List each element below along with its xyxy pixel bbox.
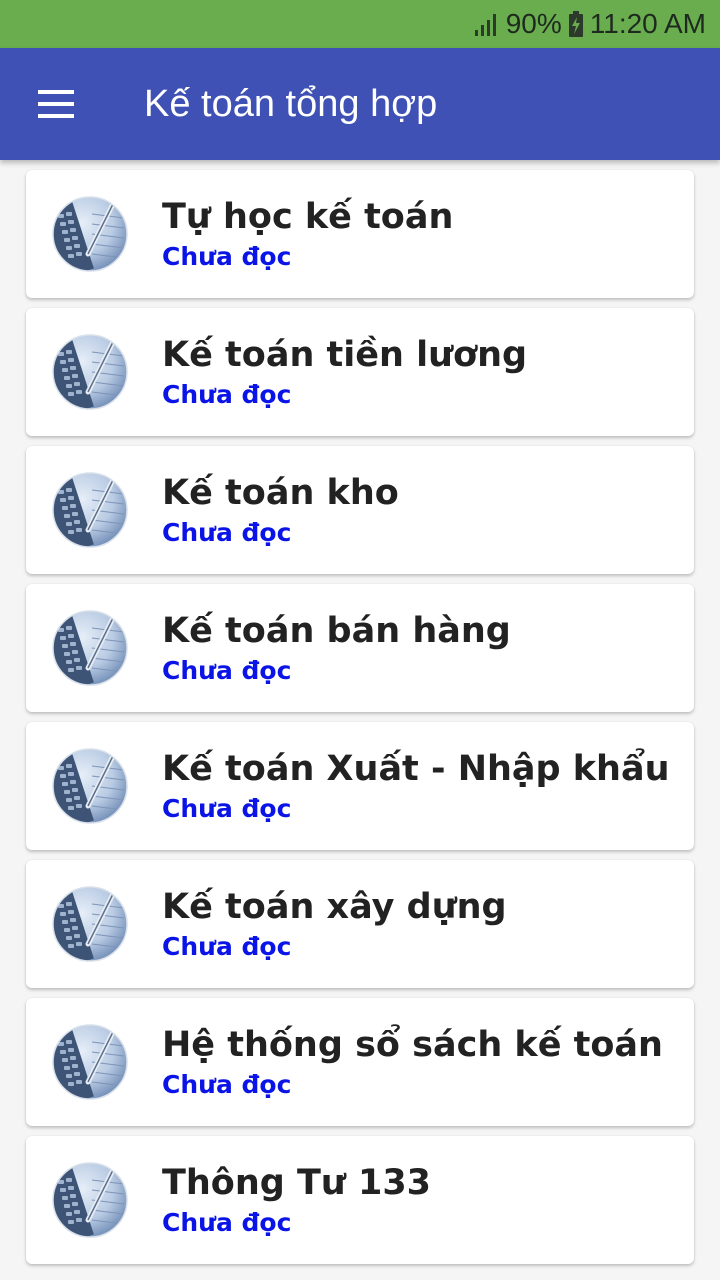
list-item-status: Chưa đọc — [162, 242, 292, 271]
list-item-status: Chưa đọc — [162, 794, 292, 823]
list-item-title: Kế toán tiền lương — [162, 335, 528, 375]
list-item-status: Chưa đọc — [162, 518, 292, 547]
list-item[interactable]: Thông Tư 133 Chưa đọc — [26, 1136, 694, 1264]
calculator-thumbnail-icon — [52, 886, 128, 962]
signal-icon — [474, 12, 500, 36]
battery-charging-icon — [568, 11, 584, 37]
list-item[interactable]: Kế toán bán hàng Chưa đọc — [26, 584, 694, 712]
list-item[interactable]: Kế toán tiền lương Chưa đọc — [26, 308, 694, 436]
calculator-thumbnail-icon — [52, 1162, 128, 1238]
hamburger-menu-icon[interactable] — [38, 90, 74, 118]
list-item-title: Thông Tư 133 — [162, 1163, 432, 1203]
calculator-thumbnail-icon — [52, 1024, 128, 1100]
list-item-title: Kế toán kho — [162, 473, 399, 513]
calculator-thumbnail-icon — [52, 748, 128, 824]
lesson-list: Tự học kế toán Chưa đọc Kế toán tiền lươ… — [26, 170, 694, 1274]
list-item-title: Tự học kế toán — [162, 197, 454, 237]
list-item-title: Kế toán bán hàng — [162, 611, 511, 651]
calculator-thumbnail-icon — [52, 472, 128, 548]
battery-percent: 90% — [505, 8, 562, 39]
list-item-title: Kế toán Xuất - Nhập khẩu — [162, 749, 670, 789]
list-item-status: Chưa đọc — [162, 1070, 292, 1099]
list-item-status: Chưa đọc — [162, 932, 292, 961]
page-title: Kế toán tổng hợp — [144, 83, 438, 125]
calculator-thumbnail-icon — [52, 334, 128, 410]
list-item-status: Chưa đọc — [162, 380, 292, 409]
list-item[interactable]: Kế toán Xuất - Nhập khẩu Chưa đọc — [26, 722, 694, 850]
list-item-title: Hệ thống sổ sách kế toán — [162, 1025, 663, 1065]
app-bar: Kế toán tổng hợp — [0, 48, 720, 160]
list-item[interactable]: Tự học kế toán Chưa đọc — [26, 170, 694, 298]
calculator-thumbnail-icon — [52, 196, 128, 272]
list-item-title: Kế toán xây dựng — [162, 887, 507, 927]
list-item-status: Chưa đọc — [162, 656, 292, 685]
status-bar: 90% 11:20 AM — [0, 0, 720, 48]
list-item-status: Chưa đọc — [162, 1208, 292, 1237]
list-item[interactable]: Hệ thống sổ sách kế toán Chưa đọc — [26, 998, 694, 1126]
list-item[interactable]: Kế toán kho Chưa đọc — [26, 446, 694, 574]
list-item[interactable]: Kế toán xây dựng Chưa đọc — [26, 860, 694, 988]
clock: 11:20 AM — [589, 8, 706, 39]
calculator-thumbnail-icon — [52, 610, 128, 686]
